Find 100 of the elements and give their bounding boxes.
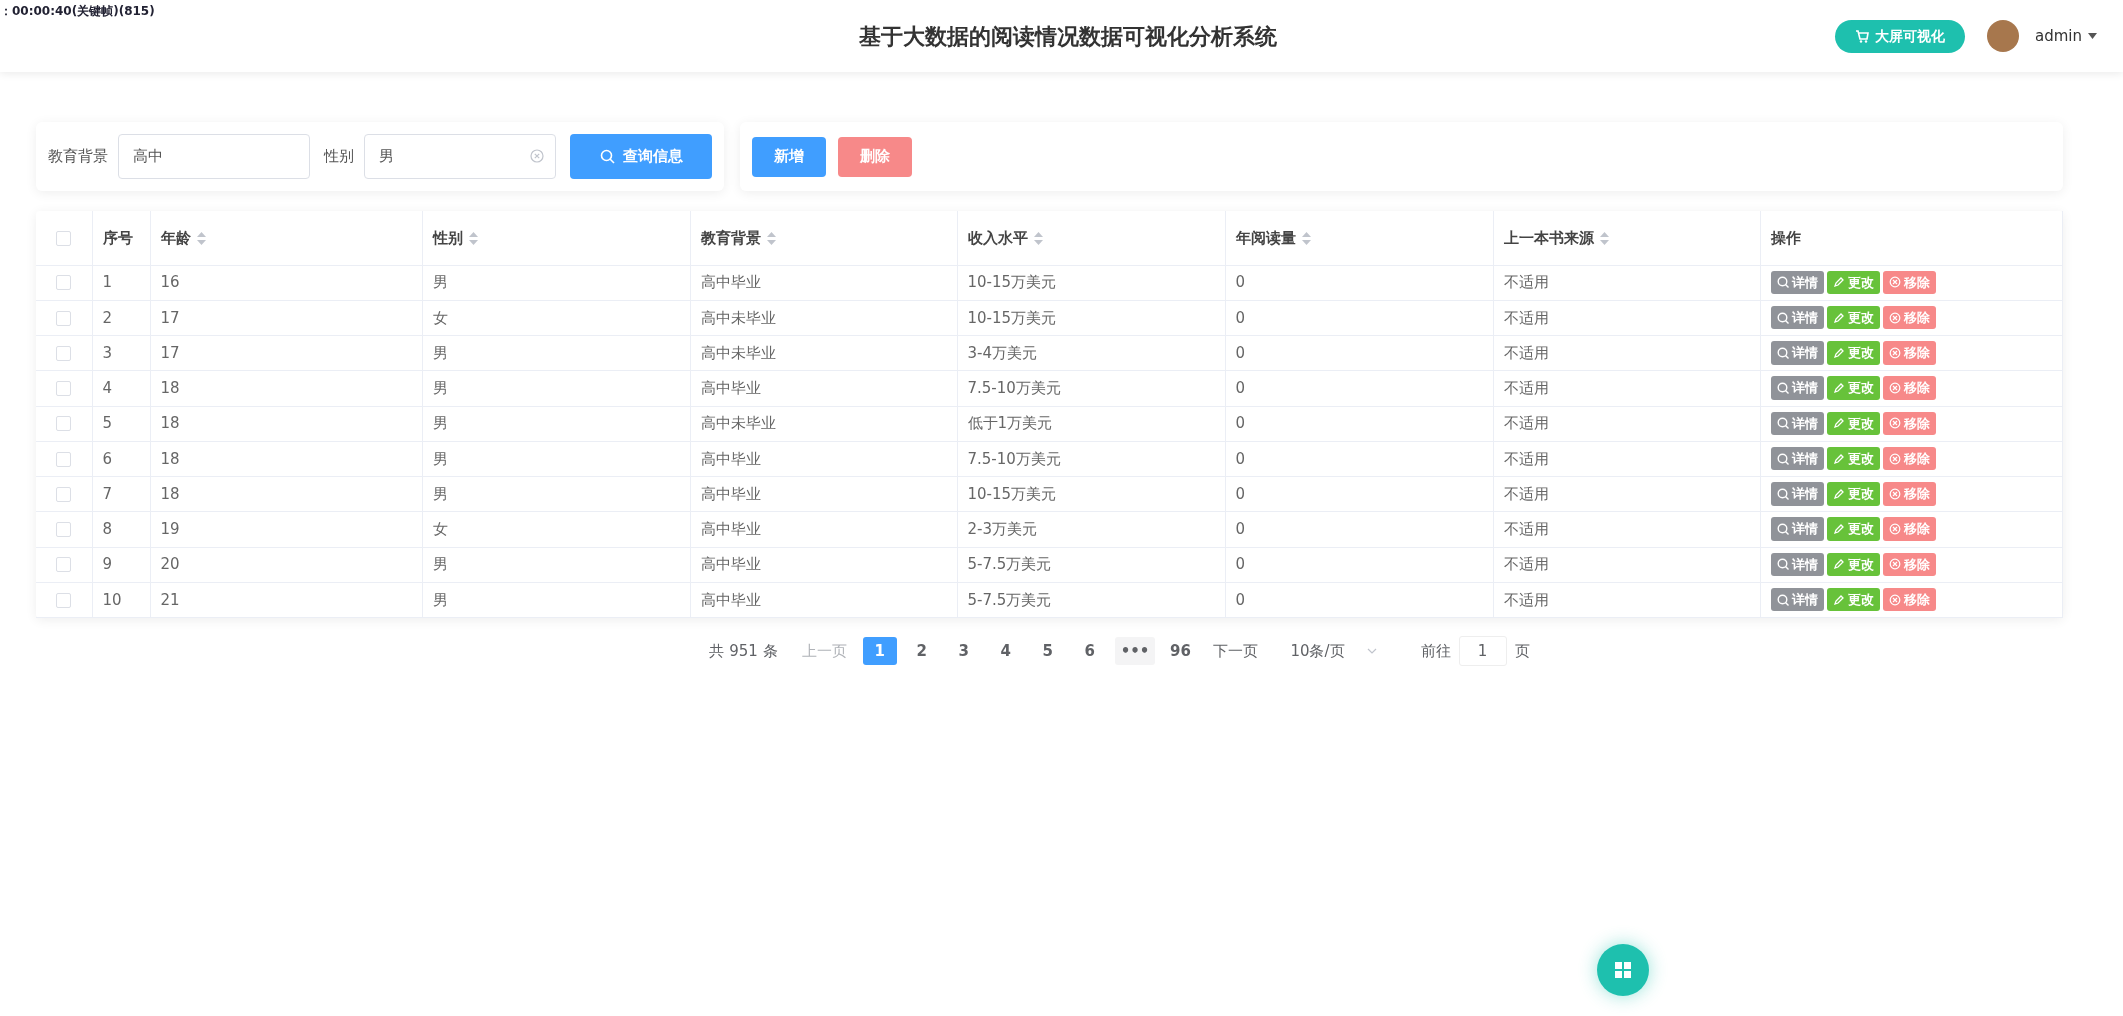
field-label: 性别: [324, 146, 354, 168]
row-checkbox[interactable]: [56, 557, 72, 573]
row-checkbox[interactable]: [56, 522, 72, 538]
table-cell: 20: [160, 555, 180, 574]
close-icon: [1888, 523, 1901, 535]
select-all-checkbox[interactable]: [56, 230, 72, 246]
user-menu[interactable]: admin: [2029, 23, 2103, 49]
table-cell: 高中毕业: [700, 555, 761, 574]
dashboard-button[interactable]: 大屏可视化: [1835, 19, 1965, 53]
table-cell: 6: [102, 449, 113, 468]
page-button[interactable]: 3: [946, 637, 981, 665]
detail-button[interactable]: 详情: [1770, 411, 1824, 435]
detail-button[interactable]: 详情: [1770, 517, 1824, 541]
remove-button[interactable]: 移除: [1882, 341, 1936, 365]
page-button[interactable]: 5: [1030, 637, 1065, 665]
table-cell: 21: [160, 590, 180, 609]
detail-button[interactable]: 详情: [1770, 482, 1824, 506]
edit-button[interactable]: 更改: [1826, 270, 1880, 294]
pencil-icon: [1832, 558, 1845, 571]
column-header[interactable]: 序号: [102, 228, 133, 247]
table-cell: 5-7.5万美元: [967, 590, 1052, 609]
edit-button[interactable]: 更改: [1826, 305, 1880, 330]
goto-label: 前往: [1420, 640, 1451, 662]
remove-button[interactable]: 移除: [1882, 270, 1936, 294]
table-cell: 不适用: [1503, 484, 1549, 503]
edit-button[interactable]: 更改: [1826, 376, 1880, 400]
column-header[interactable]: 性别: [432, 228, 463, 247]
row-checkbox[interactable]: [56, 310, 72, 326]
search-button[interactable]: 查询信息: [570, 134, 712, 179]
table-cell: 0: [1235, 379, 1246, 398]
table-cell: 4: [102, 379, 113, 398]
edit-button[interactable]: 更改: [1826, 587, 1880, 612]
edit-button[interactable]: 更改: [1826, 517, 1880, 541]
column-header[interactable]: 年龄: [160, 228, 191, 247]
remove-button[interactable]: 移除: [1882, 482, 1936, 506]
add-button[interactable]: 新增: [752, 136, 826, 177]
remove-button[interactable]: 移除: [1882, 552, 1936, 576]
remove-button[interactable]: 移除: [1882, 446, 1936, 471]
table-cell: 9: [102, 555, 113, 574]
row-checkbox[interactable]: [56, 451, 72, 467]
row-checkbox[interactable]: [56, 486, 72, 502]
row-checkbox[interactable]: [56, 416, 72, 432]
detail-button[interactable]: 详情: [1770, 587, 1824, 612]
detail-button[interactable]: 详情: [1770, 305, 1824, 330]
edit-button[interactable]: 更改: [1826, 341, 1880, 365]
close-icon: [1888, 452, 1901, 465]
search-icon: [1776, 276, 1789, 289]
detail-button[interactable]: 详情: [1770, 341, 1824, 365]
table-cell: 男: [432, 555, 448, 574]
detail-button[interactable]: 详情: [1770, 376, 1824, 400]
edit-button[interactable]: 更改: [1826, 411, 1880, 435]
remove-button[interactable]: 移除: [1882, 376, 1936, 400]
edit-button[interactable]: 更改: [1826, 552, 1880, 576]
row-checkbox[interactable]: [56, 592, 72, 608]
recording-timestamp: ：00:00:40(关键帧)(815): [0, 3, 155, 20]
pencil-icon: [1832, 417, 1845, 430]
table-cell: 10-15万美元: [967, 273, 1057, 292]
remove-button[interactable]: 移除: [1882, 411, 1936, 435]
field-label: 教育背景: [48, 146, 108, 168]
table-cell: 17: [160, 343, 180, 362]
close-icon: [1888, 382, 1901, 394]
remove-button[interactable]: 移除: [1882, 587, 1936, 612]
page-button[interactable]: 1: [862, 637, 897, 665]
edit-button[interactable]: 更改: [1826, 446, 1880, 471]
page-button[interactable]: 2: [904, 637, 939, 665]
more-pages-button[interactable]: •••: [1114, 637, 1156, 665]
row-checkbox[interactable]: [56, 381, 72, 397]
next-page-button[interactable]: 下一页: [1205, 639, 1267, 663]
input-field[interactable]: 男: [364, 134, 556, 179]
row-checkbox[interactable]: [56, 345, 72, 361]
page-input[interactable]: 1: [1458, 636, 1507, 666]
table-cell: 2-3万美元: [967, 520, 1037, 539]
detail-button[interactable]: 详情: [1770, 552, 1824, 576]
column-header[interactable]: 收入水平: [967, 228, 1028, 247]
user-avatar[interactable]: [1987, 20, 2019, 52]
detail-button[interactable]: 详情: [1770, 270, 1824, 294]
column-header[interactable]: 年阅读量: [1235, 228, 1296, 247]
detail-button[interactable]: 详情: [1770, 446, 1824, 471]
table-cell: 0: [1235, 343, 1246, 362]
input-field[interactable]: 高中: [118, 134, 310, 179]
table-cell: 0: [1235, 449, 1246, 468]
grid-menu-button[interactable]: [1597, 944, 1649, 996]
column-header[interactable]: 教育背景: [700, 228, 761, 247]
page-button[interactable]: 4: [988, 637, 1023, 665]
page-button[interactable]: 6: [1072, 637, 1107, 665]
edit-button[interactable]: 更改: [1826, 482, 1880, 506]
table-cell: 18: [160, 449, 180, 468]
table-cell: 高中毕业: [700, 379, 761, 398]
table-cell: 10-15万美元: [967, 308, 1057, 327]
table-cell: 16: [160, 273, 180, 292]
row-checkbox[interactable]: [56, 275, 72, 291]
column-header[interactable]: 操作: [1770, 228, 1801, 247]
page-size-select[interactable]: 10条/页: [1284, 638, 1383, 664]
delete-button[interactable]: 删除: [838, 136, 912, 177]
column-header[interactable]: 上一本书来源: [1503, 228, 1594, 247]
table-cell: 不适用: [1503, 308, 1549, 327]
table-cell: 7.5-10万美元: [967, 379, 1061, 398]
remove-button[interactable]: 移除: [1882, 305, 1936, 330]
remove-button[interactable]: 移除: [1882, 517, 1936, 541]
page-button[interactable]: 96: [1163, 637, 1198, 665]
